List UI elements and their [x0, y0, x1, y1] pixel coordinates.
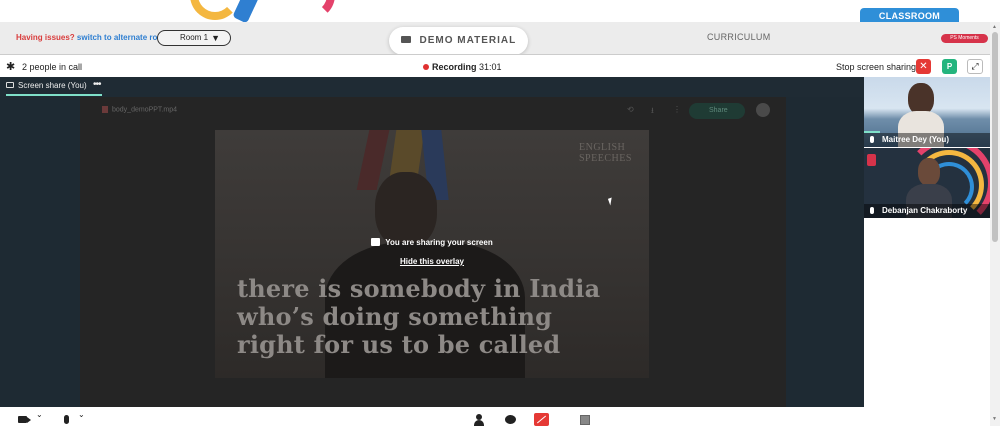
- speaker-head: [375, 172, 437, 248]
- stop-sharing-button[interactable]: ✕: [916, 59, 931, 74]
- mic-icon: [870, 207, 874, 214]
- ps-moments-label: PS Moments: [950, 35, 979, 41]
- share-tab-bar: Screen share (You) •••: [0, 77, 864, 97]
- more-options-icon[interactable]: •••: [93, 79, 101, 90]
- video-brand-watermark: ENGLISH SPEECHES: [579, 142, 632, 164]
- screen-icon: [6, 82, 14, 88]
- people-icon-body: [474, 420, 484, 426]
- mic-icon: [870, 136, 874, 143]
- share-tab-label: Screen share (You): [18, 81, 87, 90]
- participant-name-bar: Debanjan Chakraborty: [864, 204, 990, 218]
- scrollbar-thumb[interactable]: [992, 32, 998, 242]
- gear-icon[interactable]: ✱: [6, 60, 15, 73]
- shared-viewer-header: body_demoPPT.mp4 ⟲ ⭳ ⋮ Share: [80, 97, 786, 125]
- recording-label: Recording: [432, 62, 477, 72]
- chat-icon[interactable]: [505, 415, 516, 424]
- camera-icon[interactable]: [18, 416, 31, 423]
- participant-name: Maitree Dey (You): [882, 135, 949, 144]
- brand-line-2: SPEECHES: [579, 153, 632, 164]
- people-icon[interactable]: [474, 414, 484, 426]
- folder-icon: [400, 36, 411, 43]
- people-count: 2 people in call: [22, 62, 83, 72]
- shared-video-frame: ENGLISH SPEECHES there is somebody in In…: [215, 130, 649, 378]
- stop-screen-sharing-label[interactable]: Stop screen sharing: [836, 62, 916, 72]
- participant-tile[interactable]: Debanjan Chakraborty: [864, 148, 990, 218]
- mic-options-chevron-icon[interactable]: ⌄: [78, 410, 85, 419]
- shared-screen: body_demoPPT.mp4 ⟲ ⭳ ⋮ Share ENGLISH SPE…: [80, 97, 786, 407]
- subtitle-line: who’s doing something: [237, 302, 553, 331]
- logo-arc-red: [285, 0, 335, 20]
- sharing-overlay-text: You are sharing your screen: [385, 238, 493, 247]
- camera-options-chevron-icon[interactable]: ⌄: [36, 410, 43, 419]
- brand-logo-icon: [867, 154, 876, 166]
- whiteboard-icon[interactable]: [580, 415, 590, 425]
- logo-arc-yellow: [190, 0, 240, 20]
- room-select[interactable]: Room 1 ▼: [157, 30, 231, 46]
- tab-curriculum[interactable]: CURRICULUM: [707, 32, 771, 42]
- video-call-page: CLASSROOM Having issues? switch to alter…: [0, 0, 1000, 426]
- mic-icon[interactable]: [64, 415, 69, 424]
- participant-name-bar: Maitree Dey (You): [864, 133, 990, 147]
- participant-badge-button[interactable]: P: [942, 59, 957, 74]
- participant-tiles: Maitree Dey (You) Debanjan Chakraborty: [864, 77, 990, 407]
- hide-overlay-link[interactable]: Hide this overlay: [215, 257, 649, 266]
- sharing-overlay-message: You are sharing your screen: [215, 238, 649, 247]
- fullscreen-button[interactable]: ⤢: [967, 59, 983, 74]
- download-icon: ⭳: [651, 106, 654, 115]
- issues-notice: Having issues? switch to alternate room: [16, 33, 169, 42]
- drive-share-label: Share: [709, 107, 728, 114]
- header-decoration: [0, 0, 1000, 22]
- demo-material-button[interactable]: DEMO MATERIAL: [389, 27, 528, 55]
- recording-time: 31:01: [479, 62, 502, 72]
- recording-indicator: Recording 31:01: [423, 62, 502, 72]
- close-icon: ✕: [919, 61, 928, 72]
- scroll-up-icon[interactable]: ▲: [992, 24, 997, 30]
- more-vert-icon: ⋮: [673, 105, 681, 114]
- screen-share-stage: Screen share (You) ••• body_demoPPT.mp4 …: [0, 77, 864, 407]
- ps-moments-badge[interactable]: PS Moments: [941, 34, 988, 43]
- expand-icon: ⤢: [971, 61, 979, 71]
- participant-tile[interactable]: Maitree Dey (You): [864, 77, 990, 147]
- video-file-icon: [102, 106, 108, 113]
- room-toolbar: Having issues? switch to alternate room …: [0, 22, 990, 55]
- screenshare-icon[interactable]: [534, 413, 549, 426]
- present-screen-icon: [371, 238, 381, 246]
- drive-share-button: Share: [689, 103, 745, 119]
- caret-down-icon: ▼: [211, 33, 220, 43]
- avatar: [756, 103, 770, 117]
- scroll-down-icon[interactable]: ▼: [992, 416, 997, 422]
- recording-dot-icon: [423, 64, 429, 70]
- room-select-value: Room 1: [180, 33, 209, 42]
- add-to-drive-icon: ⟲: [627, 105, 634, 114]
- shared-file-label: body_demoPPT.mp4: [112, 106, 177, 114]
- participant-name: Debanjan Chakraborty: [882, 206, 968, 215]
- shared-file-name: body_demoPPT.mp4: [102, 106, 177, 113]
- subtitle-line: right for us to be called: [237, 330, 561, 359]
- brand-line-1: ENGLISH: [579, 142, 626, 153]
- tab-screen-share[interactable]: Screen share (You): [6, 81, 87, 90]
- active-tab-indicator: [6, 94, 102, 96]
- subtitle-line: there is somebody in India: [237, 274, 601, 303]
- demo-material-label: DEMO MATERIAL: [419, 35, 517, 46]
- call-controls: ⌄ ⌄: [0, 407, 990, 426]
- participant-head: [918, 158, 940, 186]
- page-scrollbar[interactable]: ▲ ▼: [990, 22, 1000, 426]
- call-status-bar: ✱ 2 people in call Recording 31:01 Stop …: [0, 54, 990, 77]
- alternate-room-link[interactable]: switch to alternate room: [77, 33, 169, 42]
- issues-question: Having issues?: [16, 33, 75, 42]
